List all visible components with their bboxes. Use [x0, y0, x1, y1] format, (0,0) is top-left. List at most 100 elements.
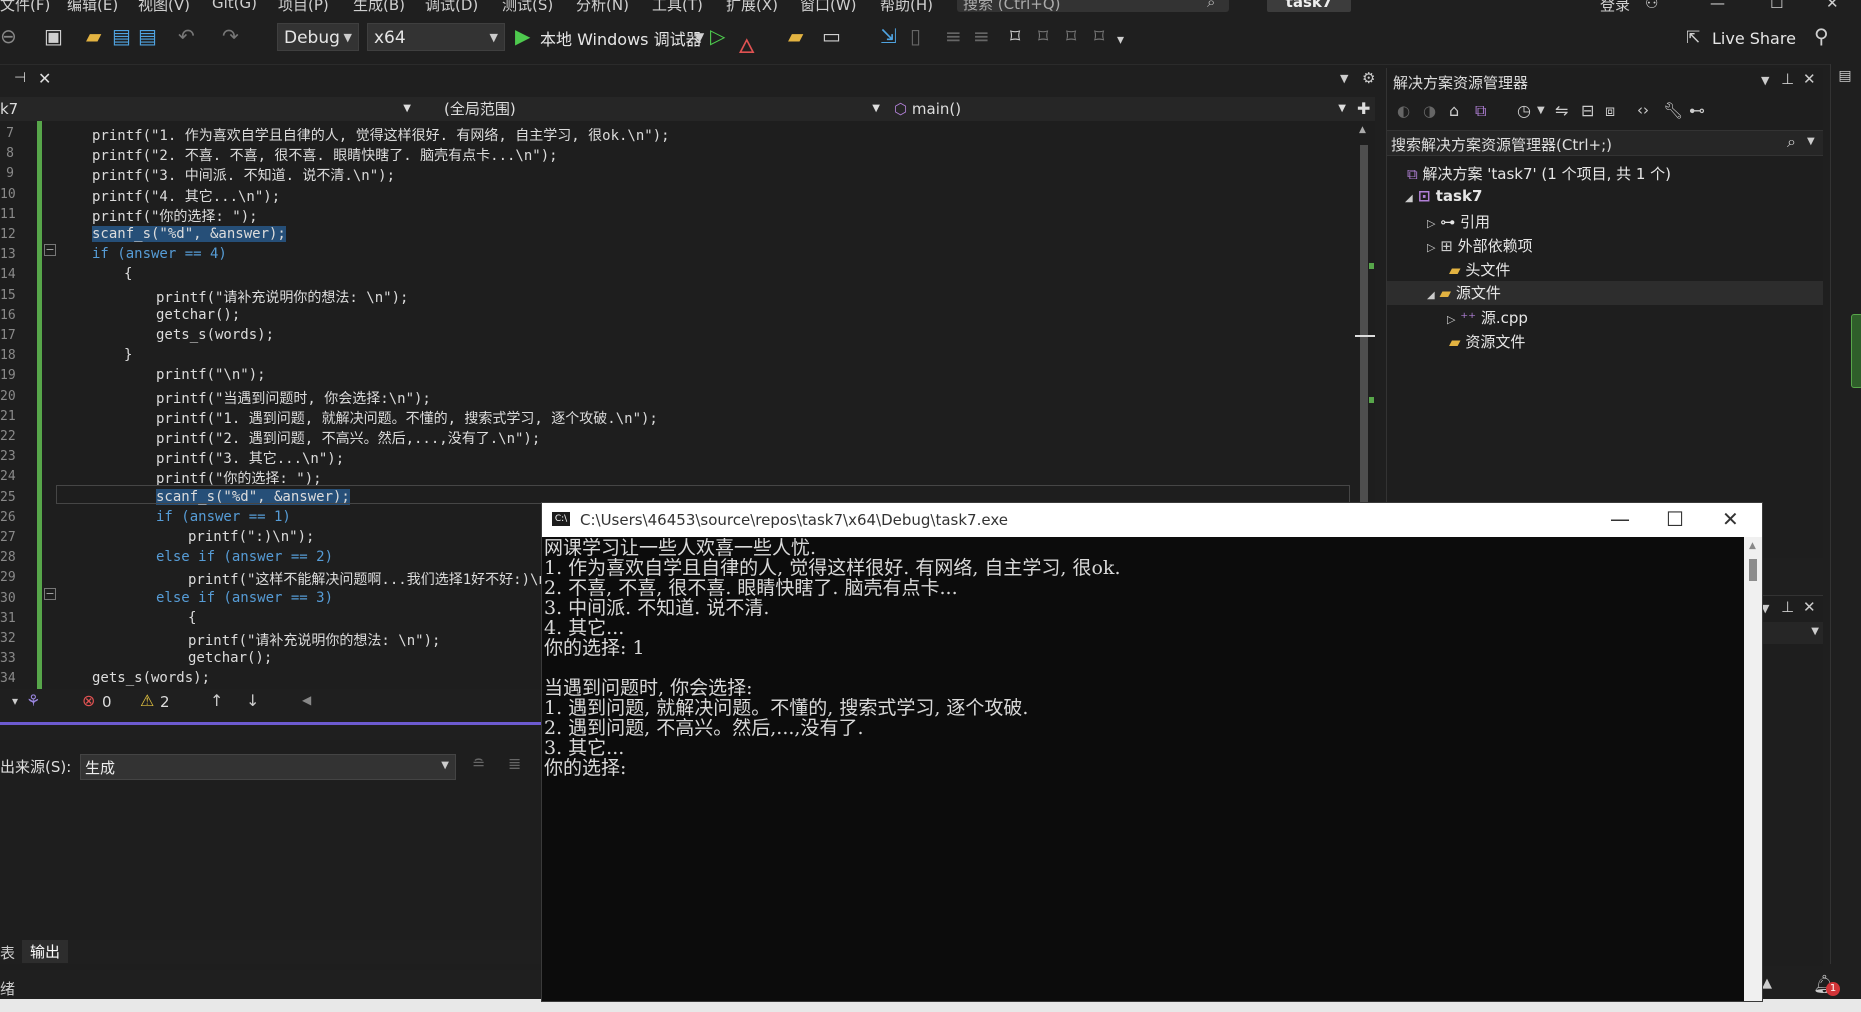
menu-build[interactable]: 生成(B) [353, 0, 405, 14]
tree-source-files[interactable]: ◢ ▰ 源文件 [1387, 281, 1823, 305]
output-source-select[interactable]: 生成 ▼ [80, 754, 456, 780]
menu-git[interactable]: Git(G) [212, 0, 257, 12]
show-all-files-icon[interactable]: ⧈ [1605, 101, 1615, 121]
chevron-down-icon[interactable]: ▾ [12, 694, 18, 708]
gear-icon[interactable]: ⚙ [1362, 69, 1375, 87]
start-debug-icon[interactable]: ▶ [515, 24, 530, 48]
chevron-down-icon[interactable]: ▼ [1537, 105, 1545, 116]
properties-wrench-icon[interactable]: 🔧︎ [1663, 101, 1683, 120]
scroll-up-icon[interactable]: ▲ [1359, 125, 1366, 135]
toolbar-overflow-icon[interactable]: ▾ [1117, 32, 1124, 48]
menu-view[interactable]: 视图(V) [138, 0, 190, 14]
menu-project[interactable]: 项目(P) [278, 0, 329, 14]
new-item-icon[interactable]: ▣ [44, 24, 63, 48]
close-icon[interactable]: ✕ [1803, 70, 1816, 88]
live-share-icon[interactable]: ⇱ [1686, 28, 1700, 48]
console-title-bar[interactable]: C:\ C:\Users\46453\source\repos\task7\x6… [542, 503, 1762, 537]
chevron-down-icon[interactable]: ▼ [695, 30, 704, 44]
tree-solution[interactable]: ⧉ 解决方案 'task7' (1 个项目, 共 1 个) [1407, 163, 1671, 184]
pin-icon[interactable]: ⊥ [1781, 70, 1794, 88]
open-folder-icon[interactable]: ▰ [86, 24, 101, 48]
pin-icon[interactable]: ⊣ [14, 70, 26, 86]
solution-config-icon[interactable]: ▰ [788, 24, 803, 48]
close-icon[interactable]: ✕ [1803, 598, 1816, 616]
clear-output-icon: ≘ [472, 754, 486, 773]
save-all-icon[interactable]: ▤ [138, 24, 157, 48]
tree-source-cpp[interactable]: ▷ ⁺⁺ 源.cpp [1447, 307, 1528, 328]
menu-debug[interactable]: 调试(D) [425, 0, 478, 14]
chevron-down-icon[interactable]: ▼ [1761, 74, 1769, 87]
sync-icon[interactable]: ⇋ [1555, 101, 1568, 120]
start-without-debug-icon[interactable]: ▷ [710, 24, 725, 48]
console-window[interactable]: C:\ C:\Users\46453\source\repos\task7\x6… [541, 502, 1763, 1002]
error-icon[interactable]: ⊗ [82, 691, 95, 710]
scroll-up-icon[interactable]: ▲ [1749, 541, 1756, 551]
collapse-icon[interactable]: − [44, 588, 56, 600]
home-icon[interactable]: ⌂ [1449, 101, 1459, 120]
preview-icon[interactable]: ⊷ [1689, 101, 1705, 120]
console-scrollbar[interactable]: ▲ [1744, 537, 1762, 1001]
tab-output[interactable]: 输出 [22, 940, 69, 963]
tree-external-deps[interactable]: ▷ ⊞ 外部依赖项 [1427, 235, 1533, 256]
close-tab-icon[interactable]: ✕ [38, 69, 51, 88]
switch-views-icon[interactable]: ⧉ [1475, 101, 1486, 121]
run-target-label[interactable]: 本地 Windows 调试器 [540, 26, 702, 50]
scope-select[interactable]: (全局范围) ▼ [444, 97, 884, 121]
redo-icon[interactable]: ↷ [222, 24, 239, 48]
login-link[interactable]: 登录 [1600, 0, 1630, 14]
bookmark-clear-icon: ⌑ [1094, 24, 1105, 48]
menu-file[interactable]: 文件(F) [0, 0, 50, 14]
maximize-icon[interactable]: ☐ [1770, 0, 1783, 12]
arrow-down-icon[interactable]: ↓ [246, 691, 259, 710]
tree-project[interactable]: ◢ ⊡ task7 [1405, 187, 1482, 205]
platform-select[interactable]: x64 ▼ [367, 23, 505, 51]
pin-icon[interactable]: ⊥ [1781, 598, 1794, 616]
code-line: { [124, 266, 133, 283]
configuration-select[interactable]: Debug ▼ [277, 23, 359, 51]
live-share-button[interactable]: Live Share [1712, 29, 1796, 48]
chevron-up-icon[interactable]: ▲ [1762, 976, 1772, 991]
menu-tools[interactable]: 工具(T) [652, 0, 703, 14]
menu-extensions[interactable]: 扩展(X) [726, 0, 778, 14]
bookmark-icon[interactable]: ⌑ [1010, 24, 1020, 48]
view-code-icon[interactable]: ‹› [1637, 101, 1649, 119]
feedback-icon[interactable]: ⚲ [1814, 24, 1829, 48]
account-icon[interactable]: ⚇ [1645, 0, 1658, 12]
menu-edit[interactable]: 编辑(E) [67, 0, 118, 14]
file-scope-select[interactable]: k7 ▼ [0, 97, 415, 121]
folder-icon: ▰ [1439, 284, 1452, 302]
menu-test[interactable]: 测试(S) [502, 0, 553, 14]
notifications-tab-icon[interactable]: ▤ [1837, 68, 1853, 84]
scroll-thumb[interactable] [1749, 559, 1757, 581]
tree-references[interactable]: ▷ ⊶ 引用 [1427, 211, 1490, 232]
close-icon[interactable]: ✕ [1826, 0, 1839, 12]
chevron-down-icon[interactable]: ▼ [1340, 72, 1348, 85]
minimize-icon[interactable]: — [1710, 0, 1725, 12]
back-icon[interactable]: ⊖ [0, 24, 17, 48]
hot-reload-icon[interactable]: 🜂 [738, 24, 755, 65]
solution-search-box[interactable]: 搜索解决方案资源管理器(Ctrl+;) ⌕ ▼ [1387, 130, 1823, 156]
save-icon[interactable]: ▤ [112, 24, 131, 48]
tab-error-list[interactable]: 表 [0, 942, 15, 963]
minimize-icon[interactable]: — [1610, 507, 1630, 531]
history-icon[interactable]: ◷ [1517, 101, 1531, 120]
menu-window[interactable]: 窗口(W) [800, 0, 857, 14]
collapse-icon[interactable]: − [44, 244, 56, 256]
menu-help[interactable]: 帮助(H) [880, 0, 933, 14]
intellicode-icon[interactable]: ⚘ [26, 691, 40, 710]
function-select[interactable]: ⬡ main() ▼ [894, 97, 1350, 121]
step-icon[interactable]: ⇲ [880, 24, 897, 48]
scroll-left-icon[interactable]: ◀ [302, 693, 311, 707]
tree-header-files[interactable]: ▰ 头文件 [1449, 259, 1510, 280]
arrow-up-icon[interactable]: ↑ [210, 691, 223, 710]
tree-resource-files[interactable]: ▰ 资源文件 [1449, 331, 1525, 352]
layout-icon[interactable]: ▭ [822, 24, 841, 48]
undo-icon[interactable]: ↶ [178, 24, 195, 48]
maximize-icon[interactable]: ☐ [1666, 507, 1684, 531]
warning-icon[interactable]: ⚠ [140, 691, 154, 710]
split-editor-icon[interactable]: ✚ [1357, 97, 1370, 121]
collapse-all-icon[interactable]: ⊟ [1581, 101, 1594, 120]
global-search-box[interactable]: 搜索 (Ctrl+Q) ⌕ [957, 0, 1229, 13]
menu-analyze[interactable]: 分析(N) [576, 0, 629, 14]
close-icon[interactable]: ✕ [1722, 507, 1739, 531]
